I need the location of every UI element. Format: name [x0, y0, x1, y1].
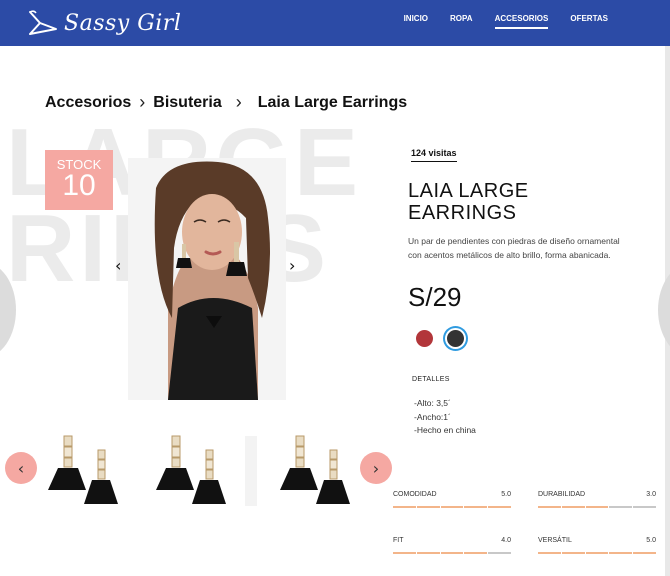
- prev-image-arrow[interactable]: ‹: [115, 256, 121, 275]
- rating-bar-segment: [538, 552, 561, 554]
- rating-bars: [393, 552, 511, 554]
- breadcrumb-bisuteria[interactable]: Bisuteria: [153, 94, 221, 112]
- nav-ropa[interactable]: ROPA: [450, 14, 473, 29]
- detail-item: -Alto: 3,5´: [414, 398, 451, 408]
- rating-bar-segment: [609, 552, 633, 554]
- logo-text: Sassy Girl: [64, 10, 182, 36]
- color-swatch-dark-selected[interactable]: [447, 330, 464, 347]
- rating-bar-segment: [393, 506, 416, 508]
- hanger-icon: [29, 10, 57, 35]
- rating-bar-segment: [633, 552, 656, 554]
- rating-versatil: VERSÁTIL 5.0: [538, 537, 656, 554]
- product-main-image: [128, 158, 286, 400]
- rating-bar-segment: [488, 506, 511, 508]
- rating-value: 3.0: [646, 491, 656, 498]
- rating-bar-segment: [609, 506, 633, 508]
- detail-item: -Ancho:1´: [414, 411, 451, 422]
- thumbnail-2[interactable]: [150, 434, 230, 510]
- rating-bar-segment: [464, 552, 488, 554]
- nav-inicio[interactable]: INICIO: [404, 14, 428, 29]
- thumb-prev-button[interactable]: ‹: [5, 452, 37, 484]
- details-heading: DETALLES: [412, 376, 450, 383]
- thumbnail-divider: [245, 436, 257, 506]
- nav-ofertas[interactable]: OFERTAS: [570, 14, 608, 29]
- nav-accesorios[interactable]: ACCESORIOS: [494, 14, 548, 29]
- rating-bar-segment: [416, 506, 440, 508]
- rating-bar-segment: [440, 552, 464, 554]
- stock-value: 10: [62, 169, 96, 202]
- next-image-arrow[interactable]: ›: [289, 256, 295, 275]
- rating-value: 5.0: [646, 537, 656, 544]
- product-page: Sassy Girl INICIO ROPA ACCESORIOS OFERTA…: [0, 0, 670, 576]
- product-price: S/29: [408, 282, 462, 312]
- logo[interactable]: Sassy Girl: [26, 6, 181, 40]
- rating-label: FIT: [393, 537, 404, 544]
- rating-bar-segment: [538, 506, 561, 508]
- rating-bars: [538, 506, 656, 508]
- rating-label: COMODIDAD: [393, 491, 437, 498]
- thumbnail-3[interactable]: [274, 434, 354, 510]
- rating-fit: FIT 4.0: [393, 537, 511, 554]
- rating-durabilidad: DURABILIDAD 3.0: [538, 491, 656, 508]
- chevron-right-icon: ›: [235, 92, 242, 112]
- breadcrumb-current: Laia Large Earrings: [257, 93, 408, 111]
- breadcrumb: Accesorios › Bisuteria › Laia Large Earr…: [45, 92, 407, 113]
- stock-badge: STOCK 10: [45, 150, 113, 210]
- model-photo-illustration: [128, 158, 286, 400]
- detail-item: -Hecho en china: [414, 425, 476, 435]
- rating-bar-segment: [633, 506, 656, 508]
- earring-icon: [156, 435, 226, 504]
- main-nav: INICIO ROPA ACCESORIOS OFERTAS: [382, 14, 608, 29]
- thumb-next-button[interactable]: ›: [360, 452, 392, 484]
- rating-label: VERSÁTIL: [538, 537, 572, 544]
- thumbnail-1[interactable]: [42, 434, 122, 510]
- details-list: -Alto: 3,5´ -Ancho:1´ -Hecho en china: [414, 397, 476, 438]
- rating-bar-segment: [440, 506, 464, 508]
- rating-bar-segment: [488, 552, 511, 554]
- earring-icon: [48, 435, 118, 504]
- rating-comodidad: COMODIDAD 5.0: [393, 491, 511, 508]
- color-swatch-red[interactable]: [416, 330, 433, 347]
- top-navbar: Sassy Girl INICIO ROPA ACCESORIOS OFERTA…: [0, 0, 670, 46]
- chevron-right-icon: ›: [139, 92, 146, 112]
- side-decoration-right: [658, 262, 670, 358]
- rating-bars: [538, 552, 656, 554]
- rating-bar-segment: [464, 506, 488, 508]
- rating-bar-segment: [393, 552, 416, 554]
- rating-value: 4.0: [501, 537, 511, 544]
- rating-value: 5.0: [501, 491, 511, 498]
- product-description: Un par de pendientes con piedras de dise…: [408, 236, 620, 260]
- product-title: LAIA LARGE EARRINGS: [408, 180, 529, 224]
- earring-icon: [280, 435, 350, 504]
- rating-bar-segment: [561, 552, 585, 554]
- rating-bar-segment: [585, 552, 609, 554]
- rating-bar-segment: [585, 506, 609, 508]
- visit-count: 124 visitas: [411, 148, 457, 162]
- breadcrumb-accesorios[interactable]: Accesorios: [45, 94, 131, 112]
- rating-bars: [393, 506, 511, 508]
- rating-label: DURABILIDAD: [538, 491, 586, 498]
- rating-bar-segment: [561, 506, 585, 508]
- rating-bar-segment: [416, 552, 440, 554]
